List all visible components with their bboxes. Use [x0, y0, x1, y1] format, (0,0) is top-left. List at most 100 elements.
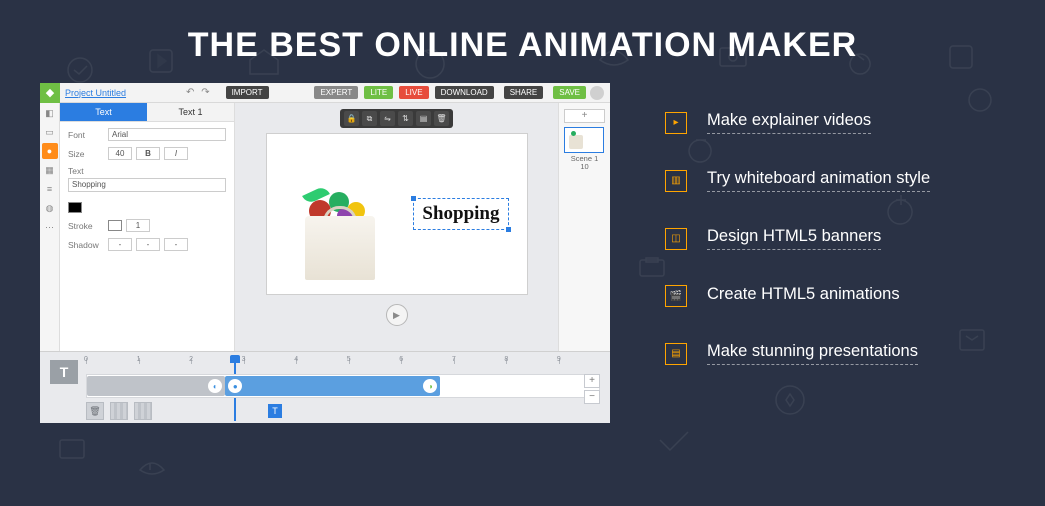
- size-input[interactable]: 40: [108, 147, 132, 160]
- download-button[interactable]: DOWNLOAD: [435, 86, 494, 99]
- rail-tool-6[interactable]: ⋯: [42, 219, 58, 235]
- feature-link[interactable]: Try whiteboard animation style: [707, 169, 930, 192]
- share-button[interactable]: SHARE: [504, 86, 544, 99]
- feature-row: 🎬 Create HTML5 animations: [665, 285, 1005, 307]
- font-select[interactable]: Arial: [108, 128, 226, 141]
- canvas-text-selected[interactable]: Shopping: [413, 198, 508, 230]
- user-avatar[interactable]: [590, 86, 604, 100]
- italic-toggle[interactable]: I: [164, 147, 188, 160]
- shadow-blur[interactable]: -: [164, 238, 188, 251]
- feature-link[interactable]: Make stunning presentations: [707, 342, 918, 365]
- canvas-image-bag: [295, 184, 385, 280]
- zoom-in-button[interactable]: +: [584, 374, 600, 388]
- tick-label: 9: [557, 356, 561, 363]
- text-input[interactable]: Shopping: [68, 178, 226, 192]
- stroke-swatch[interactable]: [108, 220, 122, 231]
- play-box-icon: ▸: [665, 112, 687, 134]
- live-badge: LIVE: [399, 86, 428, 99]
- canvas-toolbar: 🔒 ⧉ ⇋ ⇅ ▤ 🗑: [340, 109, 453, 128]
- ct-layer-icon[interactable]: ▤: [416, 111, 431, 126]
- ct-lock-icon[interactable]: 🔒: [344, 111, 359, 126]
- tick-label: 3: [242, 356, 246, 363]
- save-button[interactable]: SAVE: [553, 86, 586, 99]
- font-label: Font: [68, 130, 104, 140]
- tick-label: 0: [84, 356, 88, 363]
- tick-label: 8: [504, 356, 508, 363]
- feature-link[interactable]: Make explainer videos: [707, 111, 871, 134]
- app-editor-preview: ◆ Project Untitled ↶ ↷ IMPORT EXPERT LIT…: [40, 83, 610, 423]
- shadow-y[interactable]: -: [136, 238, 160, 251]
- stroke-width[interactable]: 1: [126, 219, 150, 232]
- tab-text-1[interactable]: Text 1: [147, 103, 234, 122]
- playhead[interactable]: [230, 355, 240, 371]
- tick-label: 1: [137, 356, 141, 363]
- timeline: T 0 1 2 3 4 5 6 7 8 9 ◐ ● ◑ + − 🗑 T: [40, 351, 610, 423]
- properties-panel: Text Text 1 Font Arial Size 40 B I Text …: [60, 103, 235, 351]
- rail-tool-5[interactable]: ◍: [42, 200, 58, 216]
- tick-label: 7: [452, 356, 456, 363]
- stage: 🔒 ⧉ ⇋ ⇅ ▤ 🗑 Shopping ▶: [235, 103, 558, 351]
- tick-label: 4: [294, 356, 298, 363]
- scene-time: 10: [580, 162, 588, 171]
- timeline-ruler[interactable]: 0 1 2 3 4 5 6 7 8 9: [86, 358, 600, 372]
- rail-tool-active[interactable]: ●: [42, 143, 58, 159]
- feature-row: ◫ Design HTML5 banners: [665, 227, 1005, 250]
- text-label: Text: [68, 166, 226, 176]
- tick-label: 5: [347, 356, 351, 363]
- canvas[interactable]: Shopping: [267, 134, 527, 294]
- tab-text[interactable]: Text: [60, 103, 147, 122]
- clip-2[interactable]: ● ◑: [225, 376, 440, 396]
- timeline-track-label: T: [50, 360, 78, 384]
- feature-row: ▤ Make stunning presentations: [665, 342, 1005, 365]
- ct-copy-icon[interactable]: ⧉: [362, 111, 377, 126]
- obj-delete-icon[interactable]: 🗑: [86, 402, 104, 420]
- clapper-icon: 🎬: [665, 285, 687, 307]
- presentation-icon: ▤: [665, 343, 687, 365]
- add-scene-button[interactable]: +: [564, 109, 605, 123]
- import-button[interactable]: IMPORT: [226, 86, 269, 99]
- zoom-out-button[interactable]: −: [584, 390, 600, 404]
- ct-delete-icon[interactable]: 🗑: [434, 111, 449, 126]
- rail-tool-3[interactable]: ▦: [42, 162, 58, 178]
- bold-toggle[interactable]: B: [136, 147, 160, 160]
- tick-label: 6: [399, 356, 403, 363]
- play-button[interactable]: ▶: [386, 304, 408, 326]
- page-title: THE BEST ONLINE ANIMATION MAKER: [0, 0, 1045, 83]
- feature-link: Create HTML5 animations: [707, 285, 900, 307]
- tool-rail: ◧ ▭ ● ▦ ≡ ◍ ⋯: [40, 103, 60, 351]
- keyframe-in-icon[interactable]: ●: [228, 379, 242, 393]
- keyframe-out-icon[interactable]: ◑: [423, 379, 437, 393]
- size-label: Size: [68, 149, 104, 159]
- shadow-label: Shadow: [68, 240, 104, 250]
- mode-expert[interactable]: EXPERT: [314, 86, 358, 99]
- clip-1[interactable]: ◐: [87, 376, 225, 396]
- obj-image2-icon[interactable]: [134, 402, 152, 420]
- stroke-label: Stroke: [68, 221, 104, 231]
- project-name[interactable]: Project Untitled: [65, 88, 126, 98]
- timeline-text-chip[interactable]: T: [268, 404, 282, 418]
- tick-label: 2: [189, 356, 193, 363]
- rail-tool-1[interactable]: ◧: [42, 105, 58, 121]
- app-topbar: ◆ Project Untitled ↶ ↷ IMPORT EXPERT LIT…: [40, 83, 610, 103]
- timeline-objects: 🗑 T: [86, 402, 600, 420]
- scenes-panel: + Scene 110: [558, 103, 610, 351]
- rail-tool-4[interactable]: ≡: [42, 181, 58, 197]
- ct-flip-v-icon[interactable]: ⇅: [398, 111, 413, 126]
- undo-redo-icons[interactable]: ↶ ↷: [186, 87, 212, 98]
- whiteboard-icon: ▥: [665, 170, 687, 192]
- shadow-x[interactable]: -: [108, 238, 132, 251]
- feature-link[interactable]: Design HTML5 banners: [707, 227, 881, 250]
- feature-row: ▥ Try whiteboard animation style: [665, 169, 1005, 192]
- fill-swatch[interactable]: [68, 202, 82, 213]
- feature-row: ▸ Make explainer videos: [665, 111, 1005, 134]
- mode-lite[interactable]: LITE: [364, 86, 393, 99]
- app-logo: ◆: [40, 83, 60, 103]
- keyframe-icon[interactable]: ◐: [208, 379, 222, 393]
- banner-icon: ◫: [665, 228, 687, 250]
- rail-tool-2[interactable]: ▭: [42, 124, 58, 140]
- scene-thumb-1[interactable]: [564, 127, 604, 153]
- feature-list: ▸ Make explainer videos ▥ Try whiteboard an…: [665, 111, 1005, 400]
- timeline-track[interactable]: ◐ ● ◑: [86, 374, 600, 398]
- ct-flip-h-icon[interactable]: ⇋: [380, 111, 395, 126]
- obj-image-icon[interactable]: [110, 402, 128, 420]
